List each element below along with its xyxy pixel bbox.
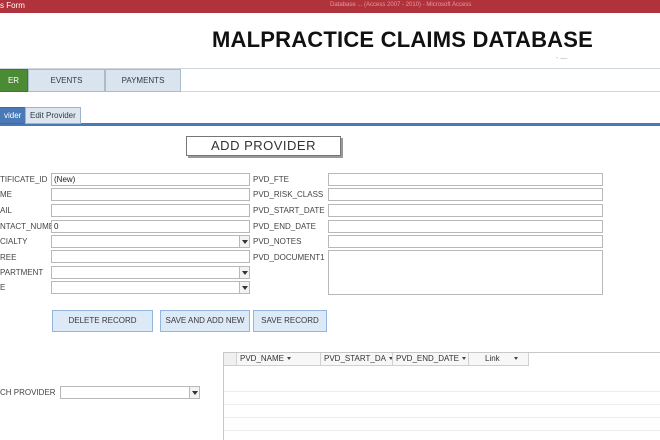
label-department: PARTMENT <box>0 268 44 277</box>
tab-provider[interactable]: ER <box>0 69 28 92</box>
label-pvd-start-date: PVD_START_DATE <box>253 206 325 215</box>
header-small-text: - — <box>556 55 568 62</box>
column-header-pvd-start-date[interactable]: PVD_START_DA <box>321 353 393 366</box>
label-email: AIL <box>0 206 13 215</box>
label-certificate-id: TIFICATE_ID <box>0 175 48 184</box>
chevron-down-icon[interactable] <box>239 236 249 247</box>
pvd-start-date-field[interactable] <box>328 204 603 217</box>
window-title: s Form <box>0 1 25 10</box>
table-row[interactable] <box>224 379 660 392</box>
department-combo[interactable] <box>51 266 250 279</box>
column-header-link[interactable]: Link <box>469 353 529 366</box>
label-pvd-risk-class: PVD_RISK_CLASS <box>253 190 324 199</box>
email-field[interactable] <box>51 204 250 217</box>
label-contact-number: NTACT_NUME <box>0 222 55 231</box>
pvd-risk-class-field[interactable] <box>328 188 603 201</box>
delete-record-button[interactable]: DELETE RECORD <box>52 310 153 332</box>
chevron-down-icon[interactable] <box>239 267 249 278</box>
pvd-notes-field[interactable] <box>328 235 603 248</box>
label-name: ME <box>0 190 12 199</box>
column-header-pvd-name[interactable]: PVD_NAME <box>237 353 321 366</box>
provider-datasheet: PVD_NAME PVD_START_DA PVD_END_DATE Link <box>223 352 660 440</box>
label-pvd-fte: PVD_FTE <box>253 175 290 184</box>
table-row[interactable] <box>224 418 660 431</box>
table-row[interactable] <box>224 392 660 405</box>
search-provider-combo[interactable] <box>60 386 200 399</box>
label-specialty: CIALTY <box>0 237 28 246</box>
save-and-add-new-button[interactable]: SAVE AND ADD NEW <box>160 310 250 332</box>
sub-tabs: vider Edit Provider <box>0 104 660 126</box>
column-header-label: PVD_END_DATE <box>396 354 459 363</box>
name-field[interactable] <box>51 188 250 201</box>
chevron-down-icon[interactable] <box>189 387 199 398</box>
column-header-label: Link <box>485 354 500 363</box>
column-header-pvd-end-date[interactable]: PVD_END_DATE <box>393 353 469 366</box>
main-nav: ER EVENTS PAYMENTS <box>0 68 660 92</box>
column-header-label: PVD_NAME <box>240 354 285 363</box>
specialty-combo[interactable] <box>51 235 250 248</box>
sort-dropdown-icon[interactable] <box>287 357 292 361</box>
select-all-cell[interactable] <box>224 353 237 366</box>
page-header: MALPRACTICE CLAIMS DATABASE - — <box>0 13 660 68</box>
label-type: E <box>0 283 6 292</box>
chevron-down-icon[interactable] <box>239 282 249 293</box>
pvd-fte-field[interactable] <box>328 173 603 186</box>
tab-events[interactable]: EVENTS <box>28 69 105 92</box>
certificate-id-field[interactable]: (New) <box>51 173 250 186</box>
table-row[interactable] <box>224 405 660 418</box>
add-provider-button[interactable]: ADD PROVIDER <box>186 136 341 156</box>
column-header-label: PVD_START_DA <box>324 354 386 363</box>
degree-field[interactable] <box>51 250 250 263</box>
tab-payments[interactable]: PAYMENTS <box>105 69 181 92</box>
label-search-provider: CH PROVIDER <box>0 388 56 397</box>
label-pvd-end-date: PVD_END_DATE <box>253 222 316 231</box>
type-combo[interactable] <box>51 281 250 294</box>
window-titlebar: s Form Database ... (Access 2007 - 2010)… <box>0 0 660 13</box>
sort-dropdown-icon[interactable] <box>461 357 466 361</box>
subtab-edit-provider[interactable]: Edit Provider <box>25 107 81 124</box>
save-record-button[interactable]: SAVE RECORD <box>253 310 327 332</box>
subtab-add-provider[interactable]: vider <box>0 107 27 124</box>
sort-dropdown-icon[interactable] <box>513 357 518 361</box>
label-degree: REE <box>0 253 17 262</box>
pvd-end-date-field[interactable] <box>328 220 603 233</box>
pvd-document1-field[interactable] <box>328 250 603 295</box>
contact-number-field[interactable]: 0 <box>51 220 250 233</box>
page-title: MALPRACTICE CLAIMS DATABASE <box>212 27 594 52</box>
label-pvd-document1: PVD_DOCUMENT1 <box>253 253 325 262</box>
window-title-faint: Database ... (Access 2007 - 2010) - Micr… <box>330 2 472 8</box>
label-pvd-notes: PVD_NOTES <box>253 237 302 246</box>
